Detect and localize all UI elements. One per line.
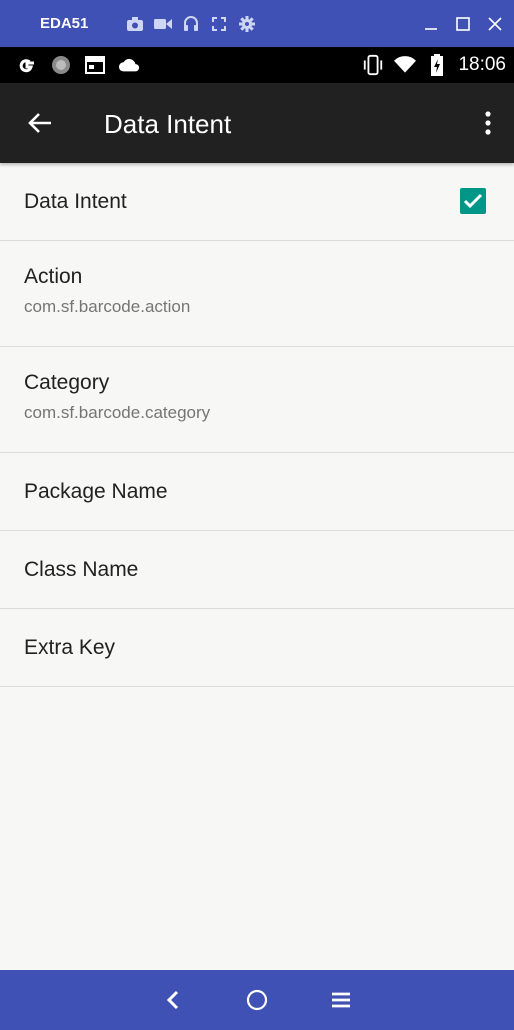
emulator-toolbar [126, 15, 256, 33]
battery-charging-icon [426, 54, 448, 76]
camera-icon[interactable] [126, 15, 144, 33]
nav-home-icon[interactable] [242, 985, 272, 1015]
nav-back-icon[interactable] [158, 985, 188, 1015]
setting-title: Package Name [24, 480, 168, 503]
window-controls [422, 0, 504, 47]
gear-icon[interactable] [238, 15, 256, 33]
status-bar: 18:06 [0, 47, 514, 83]
maximize-icon[interactable] [454, 15, 472, 33]
setting-title: Category [24, 371, 110, 394]
nav-menu-icon[interactable] [326, 985, 356, 1015]
wifi-icon [394, 54, 417, 76]
setting-title: Data Intent [24, 190, 127, 213]
back-button[interactable] [22, 107, 58, 139]
status-time: 18:06 [458, 54, 506, 75]
setting-title: Class Name [24, 558, 139, 581]
close-icon[interactable] [486, 15, 504, 33]
headphones-icon[interactable] [182, 15, 200, 33]
setting-summary: com.sf.barcode.action [24, 297, 191, 316]
device-name: EDA51 [40, 15, 89, 32]
overflow-menu-button[interactable] [476, 107, 500, 139]
setting-class-name[interactable]: Class Name [0, 531, 514, 609]
navigation-bar [0, 970, 514, 1030]
more-vert-icon [485, 111, 491, 135]
google-icon [16, 54, 38, 76]
setting-summary: com.sf.barcode.category [24, 403, 211, 422]
video-icon[interactable] [154, 15, 172, 33]
data-intent-checkbox[interactable] [460, 188, 486, 214]
calendar-icon [84, 54, 106, 76]
check-icon [463, 193, 483, 209]
status-system-icons: 18:06 [362, 47, 506, 83]
vibrate-icon [362, 54, 384, 76]
cloud-icon [118, 54, 140, 76]
circle-icon [50, 54, 72, 76]
setting-action[interactable]: Action com.sf.barcode.action [0, 241, 514, 347]
emulator-window-bar: EDA51 [0, 0, 514, 47]
page-title: Data Intent [104, 109, 232, 139]
fullscreen-icon[interactable] [210, 15, 228, 33]
status-notification-icons [16, 54, 140, 76]
minimize-icon[interactable] [422, 15, 440, 33]
arrow-back-icon [28, 113, 51, 133]
setting-category[interactable]: Category com.sf.barcode.category [0, 347, 514, 453]
setting-title: Action [24, 265, 83, 288]
setting-extra-key[interactable]: Extra Key [0, 609, 514, 687]
setting-data-intent[interactable]: Data Intent [0, 163, 514, 241]
setting-title: Extra Key [24, 636, 116, 659]
setting-package-name[interactable]: Package Name [0, 453, 514, 531]
app-toolbar: Data Intent [0, 83, 514, 163]
settings-list: Data Intent Action com.sf.barcode.action… [0, 163, 514, 687]
